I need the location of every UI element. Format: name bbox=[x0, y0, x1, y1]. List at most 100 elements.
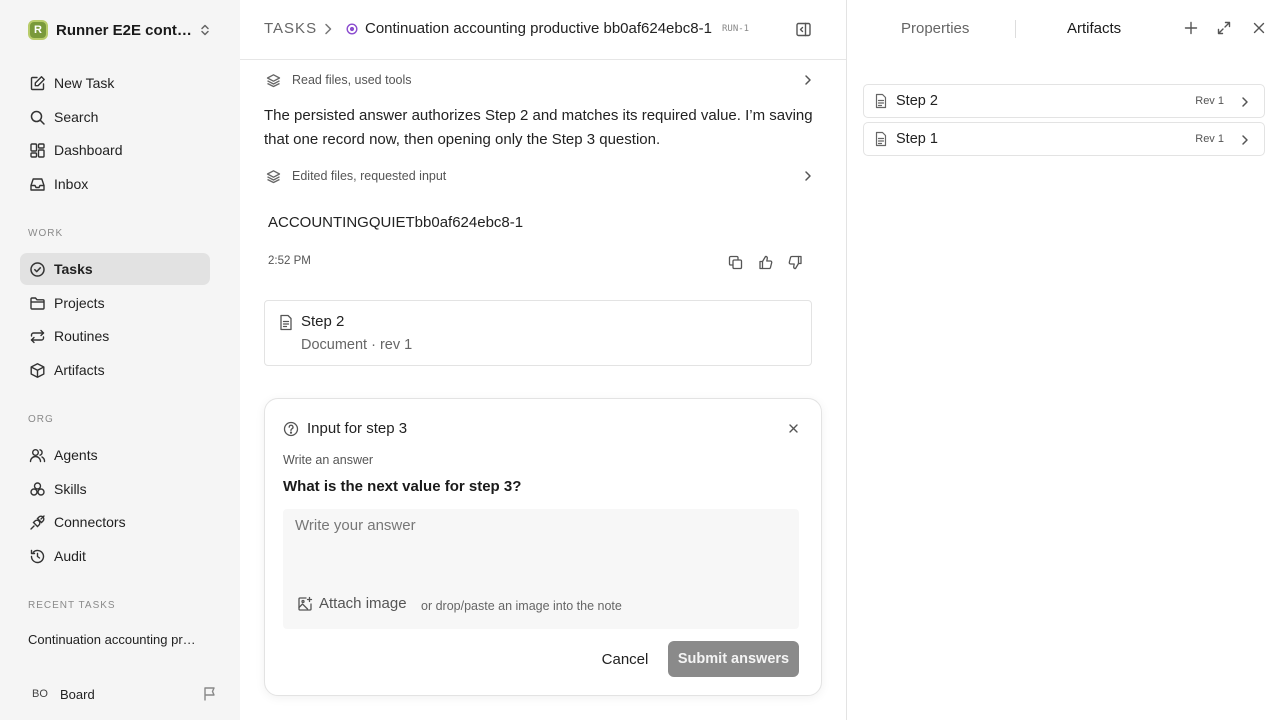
workspace-name: Runner E2E continuation bbox=[56, 21, 192, 39]
workspace-switcher[interactable]: R Runner E2E continuation bbox=[20, 14, 220, 46]
nav-label: Connectors bbox=[54, 514, 126, 530]
image-plus-icon bbox=[297, 596, 313, 612]
chevron-up-down-icon bbox=[198, 23, 212, 37]
nav-label: Search bbox=[54, 109, 99, 125]
nav-label: Artifacts bbox=[54, 362, 105, 378]
run-badge: RUN-1 bbox=[722, 24, 750, 34]
details-panel: Properties Artifacts Step 2 Rev 1 Step 1… bbox=[846, 0, 1280, 720]
plug-icon bbox=[28, 513, 46, 531]
nav-new-task[interactable]: New Task bbox=[20, 67, 210, 99]
chevron-right-icon bbox=[802, 170, 814, 182]
check-circle-icon bbox=[28, 260, 46, 278]
artifact-title: Step 2 bbox=[301, 313, 345, 330]
input-card-title: Input for step 3 bbox=[307, 420, 408, 437]
user-name: Board bbox=[60, 686, 95, 702]
toggle-panel-icon[interactable] bbox=[795, 21, 812, 38]
box-icon bbox=[28, 361, 46, 379]
artifact-subtitle: Document · rev 1 bbox=[301, 337, 413, 353]
edit-icon bbox=[28, 74, 46, 92]
nav-tasks[interactable]: Tasks bbox=[20, 253, 210, 285]
nav-audit[interactable]: Audit bbox=[20, 540, 210, 572]
inbox-icon bbox=[28, 175, 46, 193]
sidebar: R Runner E2E continuation New Task Searc… bbox=[0, 0, 240, 720]
task-main: TASKS Continuation accounting productive… bbox=[240, 0, 846, 720]
nav-search[interactable]: Search bbox=[20, 101, 210, 133]
status-in-progress-icon bbox=[346, 23, 358, 35]
answer-box: Attach image or drop/paste an image into… bbox=[283, 509, 799, 629]
artifact-rev: Rev 1 bbox=[1195, 133, 1224, 145]
message-actions bbox=[726, 253, 804, 271]
panel-tabs: Properties Artifacts bbox=[847, 0, 1280, 60]
nav-skills[interactable]: Skills bbox=[20, 473, 210, 505]
drop-hint: or drop/paste an image into the note bbox=[421, 599, 622, 613]
artifact-card[interactable]: Step 2 Document · rev 1 bbox=[264, 300, 812, 366]
nav-connectors[interactable]: Connectors bbox=[20, 506, 210, 538]
document-icon bbox=[874, 93, 888, 109]
page-title: Continuation accounting productive bb0af… bbox=[365, 20, 712, 37]
dashboard-icon bbox=[28, 141, 46, 159]
recent-task-item[interactable]: Continuation accounting productive bb0af… bbox=[28, 632, 200, 647]
activity-row-edit[interactable]: Edited files, requested input bbox=[264, 164, 816, 188]
question-circle-icon bbox=[283, 421, 299, 437]
nav-label: Audit bbox=[54, 548, 86, 564]
flag-icon[interactable] bbox=[202, 686, 218, 702]
chevron-right-icon bbox=[1240, 96, 1250, 108]
chevron-right-icon bbox=[1240, 134, 1250, 146]
cancel-button[interactable]: Cancel bbox=[591, 641, 659, 677]
nav-label: Projects bbox=[54, 295, 105, 311]
section-label-org: ORG bbox=[28, 414, 54, 425]
workspace-logo: R bbox=[28, 20, 48, 40]
document-icon bbox=[874, 131, 888, 147]
input-hint: Write an answer bbox=[283, 453, 374, 467]
user-menu[interactable]: BO Board bbox=[28, 682, 218, 706]
thumbs-up-icon[interactable] bbox=[756, 253, 774, 271]
artifact-rev: Rev 1 bbox=[1195, 95, 1224, 107]
submit-answers-button[interactable]: Submit answers bbox=[668, 641, 799, 677]
nav-label: New Task bbox=[54, 75, 115, 91]
nav-label: Dashboard bbox=[54, 142, 123, 158]
attach-image-label: Attach image bbox=[319, 595, 407, 612]
task-header: TASKS Continuation accounting productive… bbox=[240, 0, 846, 60]
nav-dashboard[interactable]: Dashboard bbox=[20, 134, 210, 166]
answer-input[interactable] bbox=[283, 509, 799, 589]
close-panel-icon[interactable] bbox=[1251, 20, 1267, 36]
activity-summary: Read files, used tools bbox=[292, 73, 412, 87]
nav-routines[interactable]: Routines bbox=[20, 320, 210, 352]
copy-icon[interactable] bbox=[726, 253, 744, 271]
search-icon bbox=[28, 108, 46, 126]
breadcrumb-tasks[interactable]: TASKS bbox=[264, 20, 317, 37]
section-label-work: WORK bbox=[28, 228, 64, 239]
input-question: What is the next value for step 3? bbox=[283, 478, 522, 495]
nav-projects[interactable]: Projects bbox=[20, 287, 210, 319]
nav-inbox[interactable]: Inbox bbox=[20, 168, 210, 200]
users-icon bbox=[28, 446, 46, 464]
nav-label: Inbox bbox=[54, 176, 89, 192]
plus-icon[interactable] bbox=[1183, 20, 1199, 36]
activity-summary: Edited files, requested input bbox=[292, 169, 447, 183]
artifact-list-item[interactable]: Step 2 Rev 1 bbox=[863, 84, 1265, 118]
close-icon[interactable] bbox=[788, 423, 799, 434]
expand-icon[interactable] bbox=[1216, 20, 1232, 36]
document-icon bbox=[278, 314, 294, 331]
thumbs-down-icon[interactable] bbox=[786, 253, 804, 271]
tab-artifacts[interactable]: Artifacts bbox=[1067, 20, 1121, 37]
attach-image-button[interactable]: Attach image bbox=[297, 595, 407, 612]
tab-properties[interactable]: Properties bbox=[901, 20, 969, 37]
input-request-card: Input for step 3 Write an answer What is… bbox=[264, 398, 822, 696]
message-output: ACCOUNTINGQUIETbb0af624ebc8-1 bbox=[268, 214, 524, 231]
avatar: BO bbox=[28, 682, 52, 706]
activity-row-read[interactable]: Read files, used tools bbox=[264, 68, 816, 92]
artifact-name: Step 2 bbox=[896, 93, 938, 109]
agent-message: The persisted answer authorizes Step 2 a… bbox=[264, 107, 813, 148]
layers-icon bbox=[264, 169, 282, 184]
folder-icon bbox=[28, 294, 46, 312]
artifact-list-item[interactable]: Step 1 Rev 1 bbox=[863, 122, 1265, 156]
chevron-right-icon bbox=[322, 22, 334, 36]
nav-label: Skills bbox=[54, 481, 87, 497]
nav-artifacts[interactable]: Artifacts bbox=[20, 354, 210, 386]
chevron-right-icon bbox=[802, 74, 814, 86]
section-label-recent: RECENT TASKS bbox=[28, 600, 116, 611]
message-timestamp: 2:52 PM bbox=[268, 255, 311, 267]
layers-icon bbox=[264, 73, 282, 88]
nav-agents[interactable]: Agents bbox=[20, 439, 210, 471]
